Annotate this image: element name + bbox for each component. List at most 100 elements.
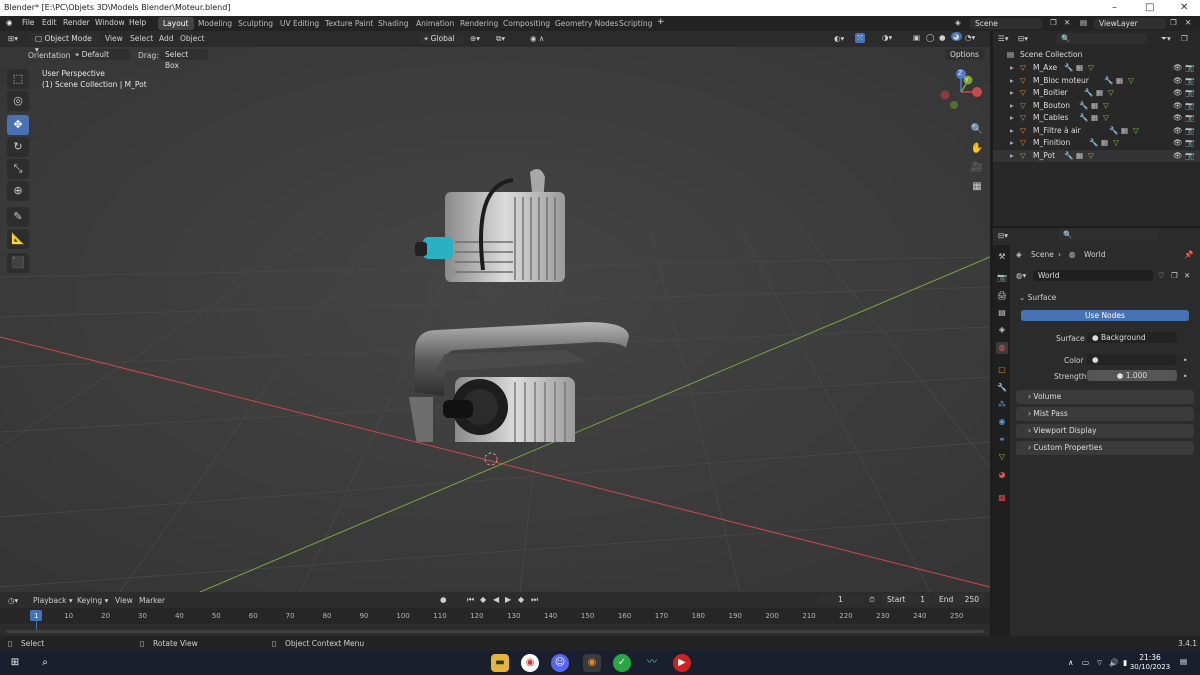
properties-editor-icon[interactable]: ⊟▾ [998, 231, 1008, 240]
tab-animation[interactable]: Animation [411, 17, 459, 30]
strength-slider[interactable]: ● 1.000 [1087, 370, 1177, 381]
tab-sculpting[interactable]: Sculpting [233, 17, 278, 30]
drag-dropdown[interactable]: Select Box [160, 49, 208, 70]
jump-keyframe-back-icon[interactable]: ◆ [480, 595, 486, 604]
cursor-tool-icon[interactable]: ◎ [7, 91, 29, 111]
visibility-eye-icon[interactable]: 👁 [1173, 100, 1183, 112]
transform-orientation-dropdown[interactable]: ⌖ Global [419, 33, 464, 44]
surface-panel-header[interactable]: ⌄ Surface [1019, 293, 1056, 302]
render-camera-icon[interactable]: 📷 [1185, 87, 1194, 99]
outliner-row[interactable]: ▸ ▽ M_Pot 🔧 ▦ ▽ 👁 📷 [993, 149, 1200, 162]
expand-arrow-icon[interactable]: ▸ [1010, 150, 1014, 162]
play-icon[interactable]: ▶ [505, 595, 511, 604]
rendered-shading-icon[interactable]: ◔▾ [965, 33, 975, 42]
grid-view-icon[interactable]: ▦ [968, 178, 986, 196]
tab-uv-editing[interactable]: UV Editing [275, 17, 324, 30]
timeline-editor-icon[interactable]: ◷▾ [8, 596, 18, 605]
tab-texture-paint[interactable]: Texture Paint [320, 17, 378, 30]
maximize-icon[interactable]: □ [1145, 2, 1154, 13]
volume-icon[interactable]: 🔊 [1109, 658, 1118, 667]
file-explorer-icon[interactable]: ▬ [491, 654, 509, 672]
color-field[interactable]: ● [1087, 354, 1177, 365]
breadcrumb-scene[interactable]: Scene [1031, 250, 1054, 259]
outliner-row[interactable]: ▸ ▽ M_Cables 🔧 ▦ ▽ 👁 📷 [993, 112, 1200, 124]
expand-arrow-icon[interactable]: ▸ [1010, 62, 1014, 74]
new-scene-icon[interactable]: ❐ [1050, 18, 1057, 27]
snap-icon[interactable]: ⧉▾ [496, 34, 505, 44]
marker-menu[interactable]: Marker [139, 596, 165, 605]
visibility-eye-icon[interactable]: 👁 [1173, 87, 1183, 99]
tray-chevron-icon[interactable]: ∧ [1068, 658, 1074, 667]
render-tab-icon[interactable]: 📷 [996, 272, 1008, 284]
scene-tab-icon[interactable]: ◈ [996, 324, 1008, 336]
notifications-icon[interactable]: ▤ [1180, 657, 1187, 666]
tab-compositing[interactable]: Compositing [498, 17, 555, 30]
rotate-tool-icon[interactable]: ↻ [7, 137, 29, 157]
constraints-tab-icon[interactable]: ⚭ [996, 434, 1008, 446]
blender-logo-icon[interactable]: ◉ [6, 18, 13, 27]
menu-render[interactable]: Render [63, 18, 90, 27]
expand-arrow-icon[interactable]: ▸ [1010, 75, 1014, 87]
outliner-row[interactable]: ▸ ▽ M_Bouton 🔧 ▦ ▽ 👁 📷 [993, 100, 1200, 112]
menu-view[interactable]: View [105, 34, 123, 43]
messaging-app-icon[interactable]: ✓ [613, 654, 631, 672]
new-viewlayer-icon[interactable]: ❐ [1170, 18, 1177, 27]
material-shading-icon[interactable]: ◕ [951, 32, 962, 41]
render-camera-icon[interactable]: 📷 [1185, 75, 1194, 87]
orientation-dropdown[interactable]: ⌖ Default [70, 49, 130, 60]
outliner-row[interactable]: ▸ ▽ M_Bloc moteur 🔧 ▦ ▽ 👁 📷 [993, 75, 1200, 87]
data-tab-icon[interactable]: ▽ [996, 451, 1008, 463]
render-camera-icon[interactable]: 📷 [1185, 100, 1194, 112]
expand-arrow-icon[interactable]: ▸ [1010, 137, 1014, 149]
zoom-icon[interactable]: 🔍 [968, 121, 986, 139]
play-reverse-icon[interactable]: ◀ [493, 595, 499, 604]
delete-scene-icon[interactable]: ✕ [1064, 18, 1070, 27]
keying-menu[interactable]: Keying ▾ [77, 596, 108, 605]
tab-scripting[interactable]: Scripting [614, 17, 657, 30]
tab-layout[interactable]: Layout [158, 17, 194, 30]
mist-pass-panel[interactable]: › Mist Pass [1016, 407, 1194, 421]
output-tab-icon[interactable]: 🖨 [996, 290, 1008, 302]
physics-tab-icon[interactable]: ◉ [996, 416, 1008, 428]
end-frame-field[interactable]: End 250 [934, 594, 984, 605]
app-icon[interactable]: 〰 [643, 654, 661, 672]
menu-add[interactable]: Add [159, 34, 174, 43]
viewport-3d[interactable]: User Perspective (1) Scene Collection | … [0, 47, 990, 592]
use-nodes-button[interactable]: Use Nodes [1021, 310, 1189, 321]
modifier-tab-icon[interactable]: 🔧 [996, 382, 1008, 394]
particles-tab-icon[interactable]: ⁂ [996, 399, 1008, 411]
move-tool-icon[interactable]: ✥ [7, 115, 29, 135]
mode-dropdown[interactable]: ▢ Object Mode ▾ [30, 33, 98, 54]
visibility-eye-icon[interactable]: 👁 [1173, 62, 1183, 74]
jump-keyframe-forward-icon[interactable]: ◆ [518, 595, 524, 604]
timeline-scrollbar[interactable] [6, 630, 984, 633]
object-tab-icon[interactable]: ▢ [996, 364, 1008, 376]
duplicate-world-icon[interactable]: ❐ [1171, 271, 1178, 280]
viewport-display-panel[interactable]: › Viewport Display [1016, 424, 1194, 438]
network-icon[interactable]: ▭ [1082, 658, 1089, 667]
color-keyframe-icon[interactable]: • [1183, 356, 1187, 365]
strength-keyframe-icon[interactable]: • [1183, 372, 1187, 381]
wifi-icon[interactable]: ⌔ [1096, 658, 1103, 668]
xray-icon[interactable]: ▣ [913, 33, 920, 42]
add-cube-tool-icon[interactable]: ⬛ [7, 253, 29, 273]
measure-tool-icon[interactable]: 📐 [7, 229, 29, 249]
jump-end-icon[interactable]: ⏭ [531, 595, 538, 605]
annotate-tool-icon[interactable]: ✎ [7, 207, 29, 227]
taskbar-search-icon[interactable]: ⌕ [36, 654, 54, 672]
overlay-toggle-icon[interactable]: ◑▾ [882, 33, 892, 42]
windows-start-icon[interactable]: ⊞ [6, 654, 24, 672]
media-app-icon[interactable]: ▶ [673, 654, 691, 672]
outliner-search-input[interactable]: 🔍 [1056, 33, 1146, 44]
editor-type-icon[interactable]: ⊞▾ [8, 34, 18, 43]
blender-taskbar-icon[interactable]: ◉ [583, 654, 601, 672]
add-workspace-icon[interactable]: + [657, 17, 665, 27]
surface-shader-field[interactable]: ● Background [1087, 332, 1177, 343]
gizmo-toggle-icon[interactable]: ⤧ [855, 33, 865, 43]
expand-arrow-icon[interactable]: ▸ [1010, 125, 1014, 137]
jump-start-icon[interactable]: ⏮ [467, 595, 474, 605]
tab-modeling[interactable]: Modeling [193, 17, 237, 30]
scene-collection-row[interactable]: ▤ Scene Collection [993, 49, 1200, 61]
select-box-tool-icon[interactable]: ⬚ [7, 69, 29, 89]
render-camera-icon[interactable]: 📷 [1185, 112, 1194, 124]
